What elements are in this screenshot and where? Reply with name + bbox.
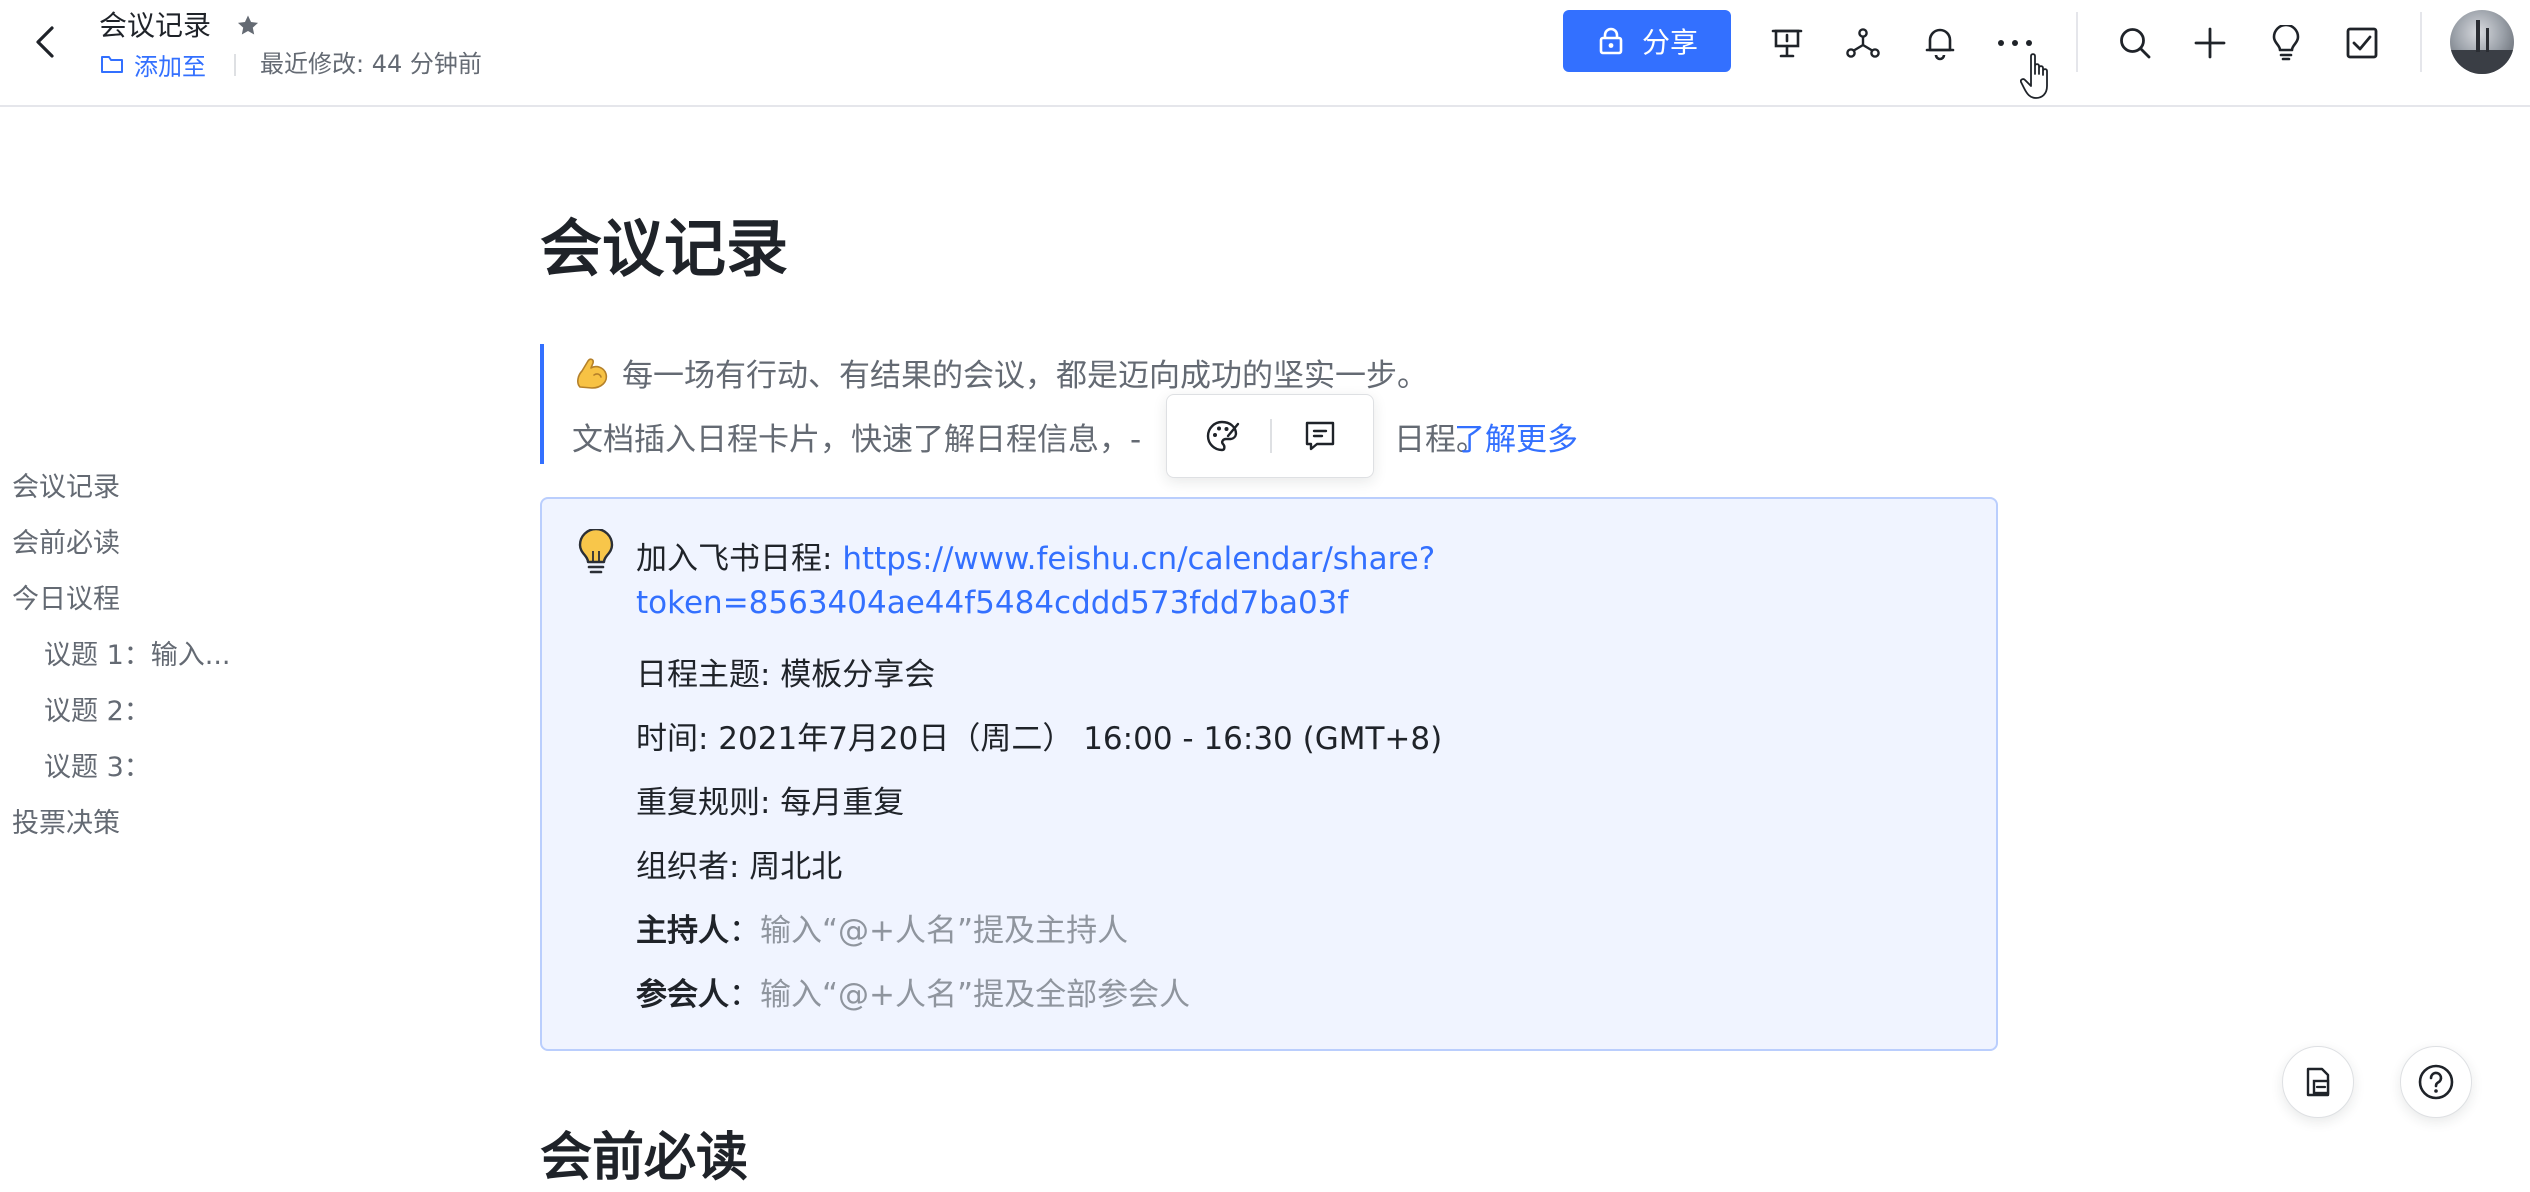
avatar[interactable] xyxy=(2450,10,2514,74)
help-button[interactable] xyxy=(2400,1046,2472,1118)
ideas-button[interactable] xyxy=(2261,18,2311,68)
presentation-icon xyxy=(1771,29,1803,58)
event-repeat: 重复规则: 每月重复 xyxy=(636,785,905,821)
attendees-label: 参会人 xyxy=(636,977,729,1013)
checkbox-icon xyxy=(2346,27,2378,59)
back-button[interactable] xyxy=(22,18,70,66)
mindmap-button[interactable] xyxy=(1838,18,1888,68)
calendar-share-link[interactable]: https://www.feishu.cn/calendar/share? xyxy=(842,541,1435,577)
top-bar: 会议记录 添加至 最近修改: 44 分钟前 分享 xyxy=(0,0,2530,107)
more-button[interactable] xyxy=(1990,18,2040,68)
add-to-folder-button[interactable]: 添加至 xyxy=(100,48,206,81)
host-mention-input[interactable]: 输入“@+人名”提及主持人 xyxy=(760,913,1128,949)
search-icon xyxy=(2120,28,2151,59)
quote-block[interactable]: 每一场有行动、有结果的会议，都是迈向成功的坚实一步。 文档插入日程卡片，快速了解… xyxy=(540,344,1578,464)
bell-icon xyxy=(1925,28,1955,61)
calendar-share-link-token[interactable]: token=8563404ae44f5484cddd573fdd7ba03f xyxy=(636,585,1348,621)
presentation-button[interactable] xyxy=(1762,18,1812,68)
outline-item[interactable]: 投票决策 xyxy=(12,796,272,852)
outline-item[interactable]: 议题 1：输入... xyxy=(12,628,272,684)
document-icon xyxy=(2306,1067,2330,1097)
outline-item[interactable]: 议题 3： xyxy=(12,740,272,796)
tasks-button[interactable] xyxy=(2337,18,2387,68)
attendees-line: 参会人：输入“@+人名”提及全部参会人 xyxy=(636,977,1191,1013)
share-button[interactable]: 分享 xyxy=(1563,10,1731,72)
search-button[interactable] xyxy=(2110,18,2160,68)
outline-item[interactable]: 议题 2： xyxy=(12,684,272,740)
doc-title: 会议记录 xyxy=(99,9,212,42)
join-label: 加入飞书日程: xyxy=(636,541,843,577)
flexed-biceps-icon xyxy=(577,357,608,389)
last-modified-text: 最近修改: 44 分钟前 xyxy=(260,50,482,78)
quote-line: 每一场有行动、有结果的会议，都是迈向成功的坚实一步。 xyxy=(572,350,1428,395)
add-to-label: 添加至 xyxy=(134,52,206,81)
host-line: 主持人：输入“@+人名”提及主持人 xyxy=(636,913,1129,949)
divider xyxy=(234,54,236,76)
create-button[interactable] xyxy=(2185,18,2235,68)
comment-button[interactable] xyxy=(1297,413,1343,459)
event-subject: 日程主题: 模板分享会 xyxy=(636,657,936,693)
share-label: 分享 xyxy=(1641,26,1698,59)
learn-more-link[interactable]: 了解更多 xyxy=(1454,422,1578,458)
more-icon xyxy=(1998,40,2032,46)
folder-icon xyxy=(101,56,123,73)
section-heading[interactable]: 会前必读 xyxy=(540,1124,748,1192)
star-icon[interactable] xyxy=(234,12,262,40)
document-title[interactable]: 会议记录 xyxy=(540,208,788,290)
lightbulb-icon xyxy=(2272,25,2300,61)
doc-info-button[interactable] xyxy=(2282,1046,2354,1118)
lightbulb-icon xyxy=(578,529,614,574)
document-outline: 会议记录 会前必读 今日议程 议题 1：输入... 议题 2： 议题 3： 投票… xyxy=(12,460,272,852)
outline-item[interactable]: 会议记录 xyxy=(12,460,272,516)
mindmap-icon xyxy=(1846,28,1880,58)
outline-item[interactable]: 会前必读 xyxy=(12,516,272,572)
event-organizer: 组织者: 周北北 xyxy=(636,849,843,885)
help-icon xyxy=(2418,1064,2454,1100)
host-label: 主持人 xyxy=(636,913,729,949)
notification-button[interactable] xyxy=(1915,18,1965,68)
divider xyxy=(1270,419,1272,453)
quote-text: 每一场有行动、有结果的会议，都是迈向成功的坚实一步。 xyxy=(622,358,1428,394)
lock-icon xyxy=(1599,27,1623,55)
attendees-mention-input[interactable]: 输入“@+人名”提及全部参会人 xyxy=(760,977,1190,1013)
quote-text-2: 文档插入日程卡片，快速了解日程信息，- xyxy=(572,422,1142,458)
chevron-left-icon xyxy=(36,26,54,58)
event-time: 时间: 2021年7月20日（周二） 16:00 - 16:30 (GMT+8) xyxy=(636,721,1443,757)
outline-item[interactable]: 今日议程 xyxy=(12,572,272,628)
palette-icon xyxy=(1206,420,1240,452)
color-style-button[interactable] xyxy=(1199,413,1245,459)
join-calendar-line: 加入飞书日程: https://www.feishu.cn/calendar/s… xyxy=(636,533,1435,578)
calendar-link-line: token=8563404ae44f5484cddd573fdd7ba03f xyxy=(636,585,1348,621)
comment-icon xyxy=(1305,421,1335,451)
divider xyxy=(2420,12,2422,72)
divider xyxy=(2076,12,2078,72)
block-floating-toolbar xyxy=(1166,394,1374,478)
calendar-callout[interactable]: 加入飞书日程: https://www.feishu.cn/calendar/s… xyxy=(540,497,1998,1051)
plus-icon xyxy=(2194,27,2226,59)
